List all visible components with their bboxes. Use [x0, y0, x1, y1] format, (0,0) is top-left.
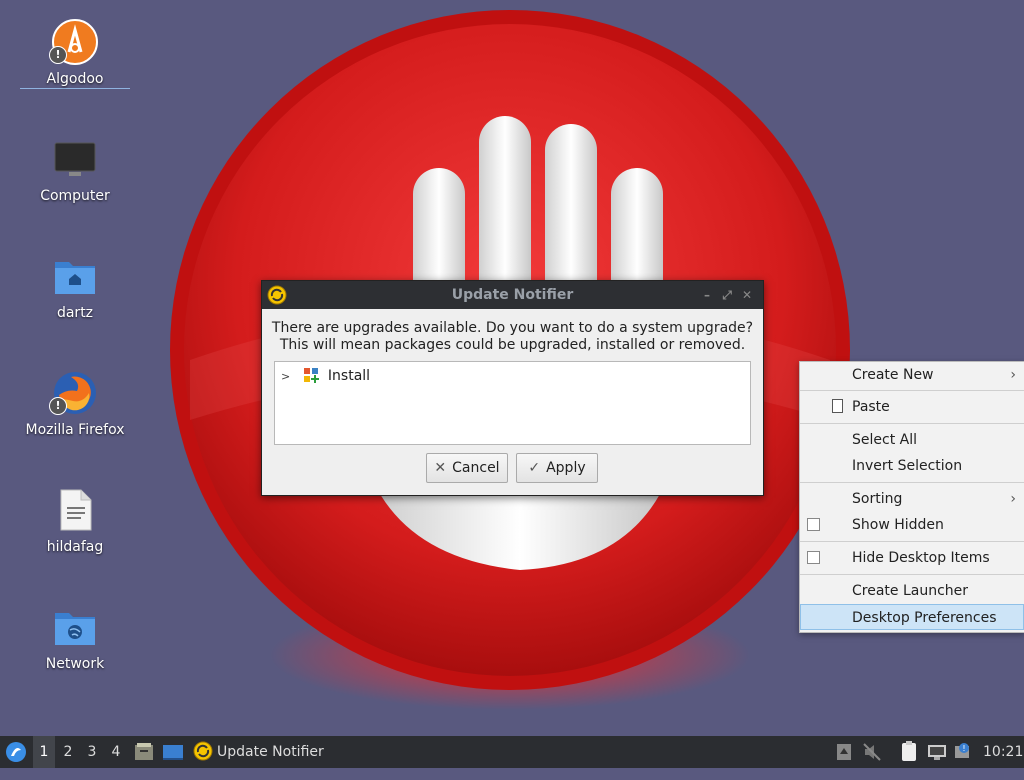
desktop-icon-label: Algodoo — [20, 70, 130, 89]
show-hidden-checkbox[interactable] — [807, 518, 820, 531]
menu-separator — [800, 482, 1024, 483]
task-label: Update Notifier — [217, 744, 324, 760]
desktop-icon-computer[interactable]: Computer — [20, 135, 130, 205]
maximize-button[interactable]: ⤢ — [717, 281, 737, 309]
menu-item-label: Show Hidden — [852, 517, 944, 533]
dialog-title: Update Notifier — [451, 287, 574, 303]
submenu-arrow-icon: › — [1010, 367, 1016, 383]
dialog-titlebar[interactable]: Update Notifier – ⤢ ✕ — [262, 281, 763, 309]
tree-item-label: Install — [327, 368, 371, 384]
dialog-message: There are upgrades available. Do you wan… — [262, 309, 763, 354]
expand-arrow-icon[interactable]: > — [281, 367, 293, 387]
menu-item-label: Desktop Preferences — [852, 610, 997, 626]
update-alert-icon[interactable]: ! — [953, 736, 973, 768]
desktop-icon-algodoo[interactable]: ! Algodoo — [20, 18, 130, 89]
firefox-icon: ! — [49, 369, 99, 417]
desktop-icon-hildafag[interactable]: hildafag — [20, 486, 130, 556]
clock[interactable]: 10:21 — [983, 736, 1023, 768]
home-folder-icon — [51, 252, 99, 300]
menu-separator — [800, 574, 1024, 575]
svg-text:!: ! — [962, 744, 965, 753]
update-notifier-icon — [193, 741, 213, 761]
tree-row-install[interactable]: > Install — [281, 366, 370, 386]
menu-separator — [800, 390, 1024, 391]
menu-item-label: Invert Selection — [852, 458, 963, 474]
cancel-label: Cancel — [452, 460, 500, 476]
package-icon — [303, 367, 320, 383]
menu-item-label: Paste — [852, 399, 890, 415]
update-notifier-icon — [267, 285, 287, 305]
menu-item-label: Sorting — [852, 491, 903, 507]
desktop-context-menu: Create New › Paste Select All Invert Sel… — [799, 361, 1024, 633]
hide-desktop-items-checkbox[interactable] — [807, 551, 820, 564]
menu-item-create-launcher[interactable]: Create Launcher — [800, 578, 1024, 604]
message-line-1: There are upgrades available. Do you wan… — [271, 320, 754, 336]
desktop-icon-label: dartz — [56, 305, 94, 321]
menu-item-label: Create New — [852, 367, 934, 383]
menu-item-paste[interactable]: Paste — [800, 394, 1024, 420]
network-icon[interactable] — [926, 736, 948, 768]
menu-item-sorting[interactable]: Sorting › — [800, 486, 1024, 512]
clipboard-icon — [832, 399, 843, 413]
menu-separator — [800, 423, 1024, 424]
file-manager-icon[interactable] — [134, 736, 154, 768]
submenu-arrow-icon: › — [1010, 491, 1016, 507]
warning-badge: ! — [49, 46, 67, 64]
workspace-2[interactable]: 2 — [57, 736, 79, 768]
close-button[interactable]: ✕ — [737, 281, 757, 309]
algodoo-icon: ! — [49, 18, 99, 66]
apply-label: Apply — [546, 460, 586, 476]
desktop-icon-network[interactable]: Network — [20, 603, 130, 673]
checkmark-icon: ✓ — [528, 460, 541, 476]
taskbar: 1 2 3 4 Update Notifier ! 10:21 — [0, 736, 1024, 768]
menu-item-create-new[interactable]: Create New › — [800, 362, 1024, 388]
monitor-icon — [51, 135, 99, 183]
apply-button[interactable]: ✓ Apply — [516, 453, 598, 483]
warning-badge: ! — [49, 397, 67, 415]
tray-up-arrow-icon[interactable] — [835, 736, 853, 768]
volume-muted-icon[interactable] — [862, 736, 882, 768]
menu-item-show-hidden[interactable]: Show Hidden — [800, 512, 1024, 538]
cancel-button[interactable]: ✕ Cancel — [426, 453, 508, 483]
workspace-3[interactable]: 3 — [81, 736, 103, 768]
show-desktop-icon[interactable] — [162, 736, 184, 768]
minimize-button[interactable]: – — [697, 281, 717, 309]
workspace-4[interactable]: 4 — [105, 736, 127, 768]
close-icon: ✕ — [434, 460, 447, 476]
desktop-icon-label: hildafag — [46, 539, 104, 555]
menu-item-label: Hide Desktop Items — [852, 550, 990, 566]
menu-item-label: Create Launcher — [852, 583, 969, 599]
menu-item-label: Select All — [852, 432, 917, 448]
menu-separator — [800, 541, 1024, 542]
desktop-icon-label: Mozilla Firefox — [25, 422, 125, 438]
update-notifier-dialog: Update Notifier – ⤢ ✕ There are upgrades… — [261, 280, 764, 496]
menu-item-invert-selection[interactable]: Invert Selection — [800, 453, 1024, 479]
taskbar-task-update-notifier[interactable]: Update Notifier — [193, 736, 330, 768]
desktop-icon-label: Computer — [40, 188, 110, 204]
desktop-icon-dartz[interactable]: dartz — [20, 252, 130, 322]
workspace-1[interactable]: 1 — [33, 736, 55, 768]
message-line-2: This will mean packages could be upgrade… — [279, 337, 746, 353]
menu-item-select-all[interactable]: Select All — [800, 427, 1024, 453]
menu-item-desktop-preferences[interactable]: Desktop Preferences — [800, 604, 1024, 630]
network-folder-icon — [51, 603, 99, 651]
desktop-icon-firefox[interactable]: ! Mozilla Firefox — [20, 369, 130, 439]
menu-item-hide-desktop-items[interactable]: Hide Desktop Items — [800, 545, 1024, 571]
text-file-icon — [51, 486, 99, 534]
package-tree[interactable]: > Install — [274, 361, 751, 445]
desktop-icon-label: Network — [45, 656, 105, 672]
clipboard-icon[interactable] — [899, 736, 919, 768]
start-menu-icon[interactable] — [4, 736, 28, 768]
